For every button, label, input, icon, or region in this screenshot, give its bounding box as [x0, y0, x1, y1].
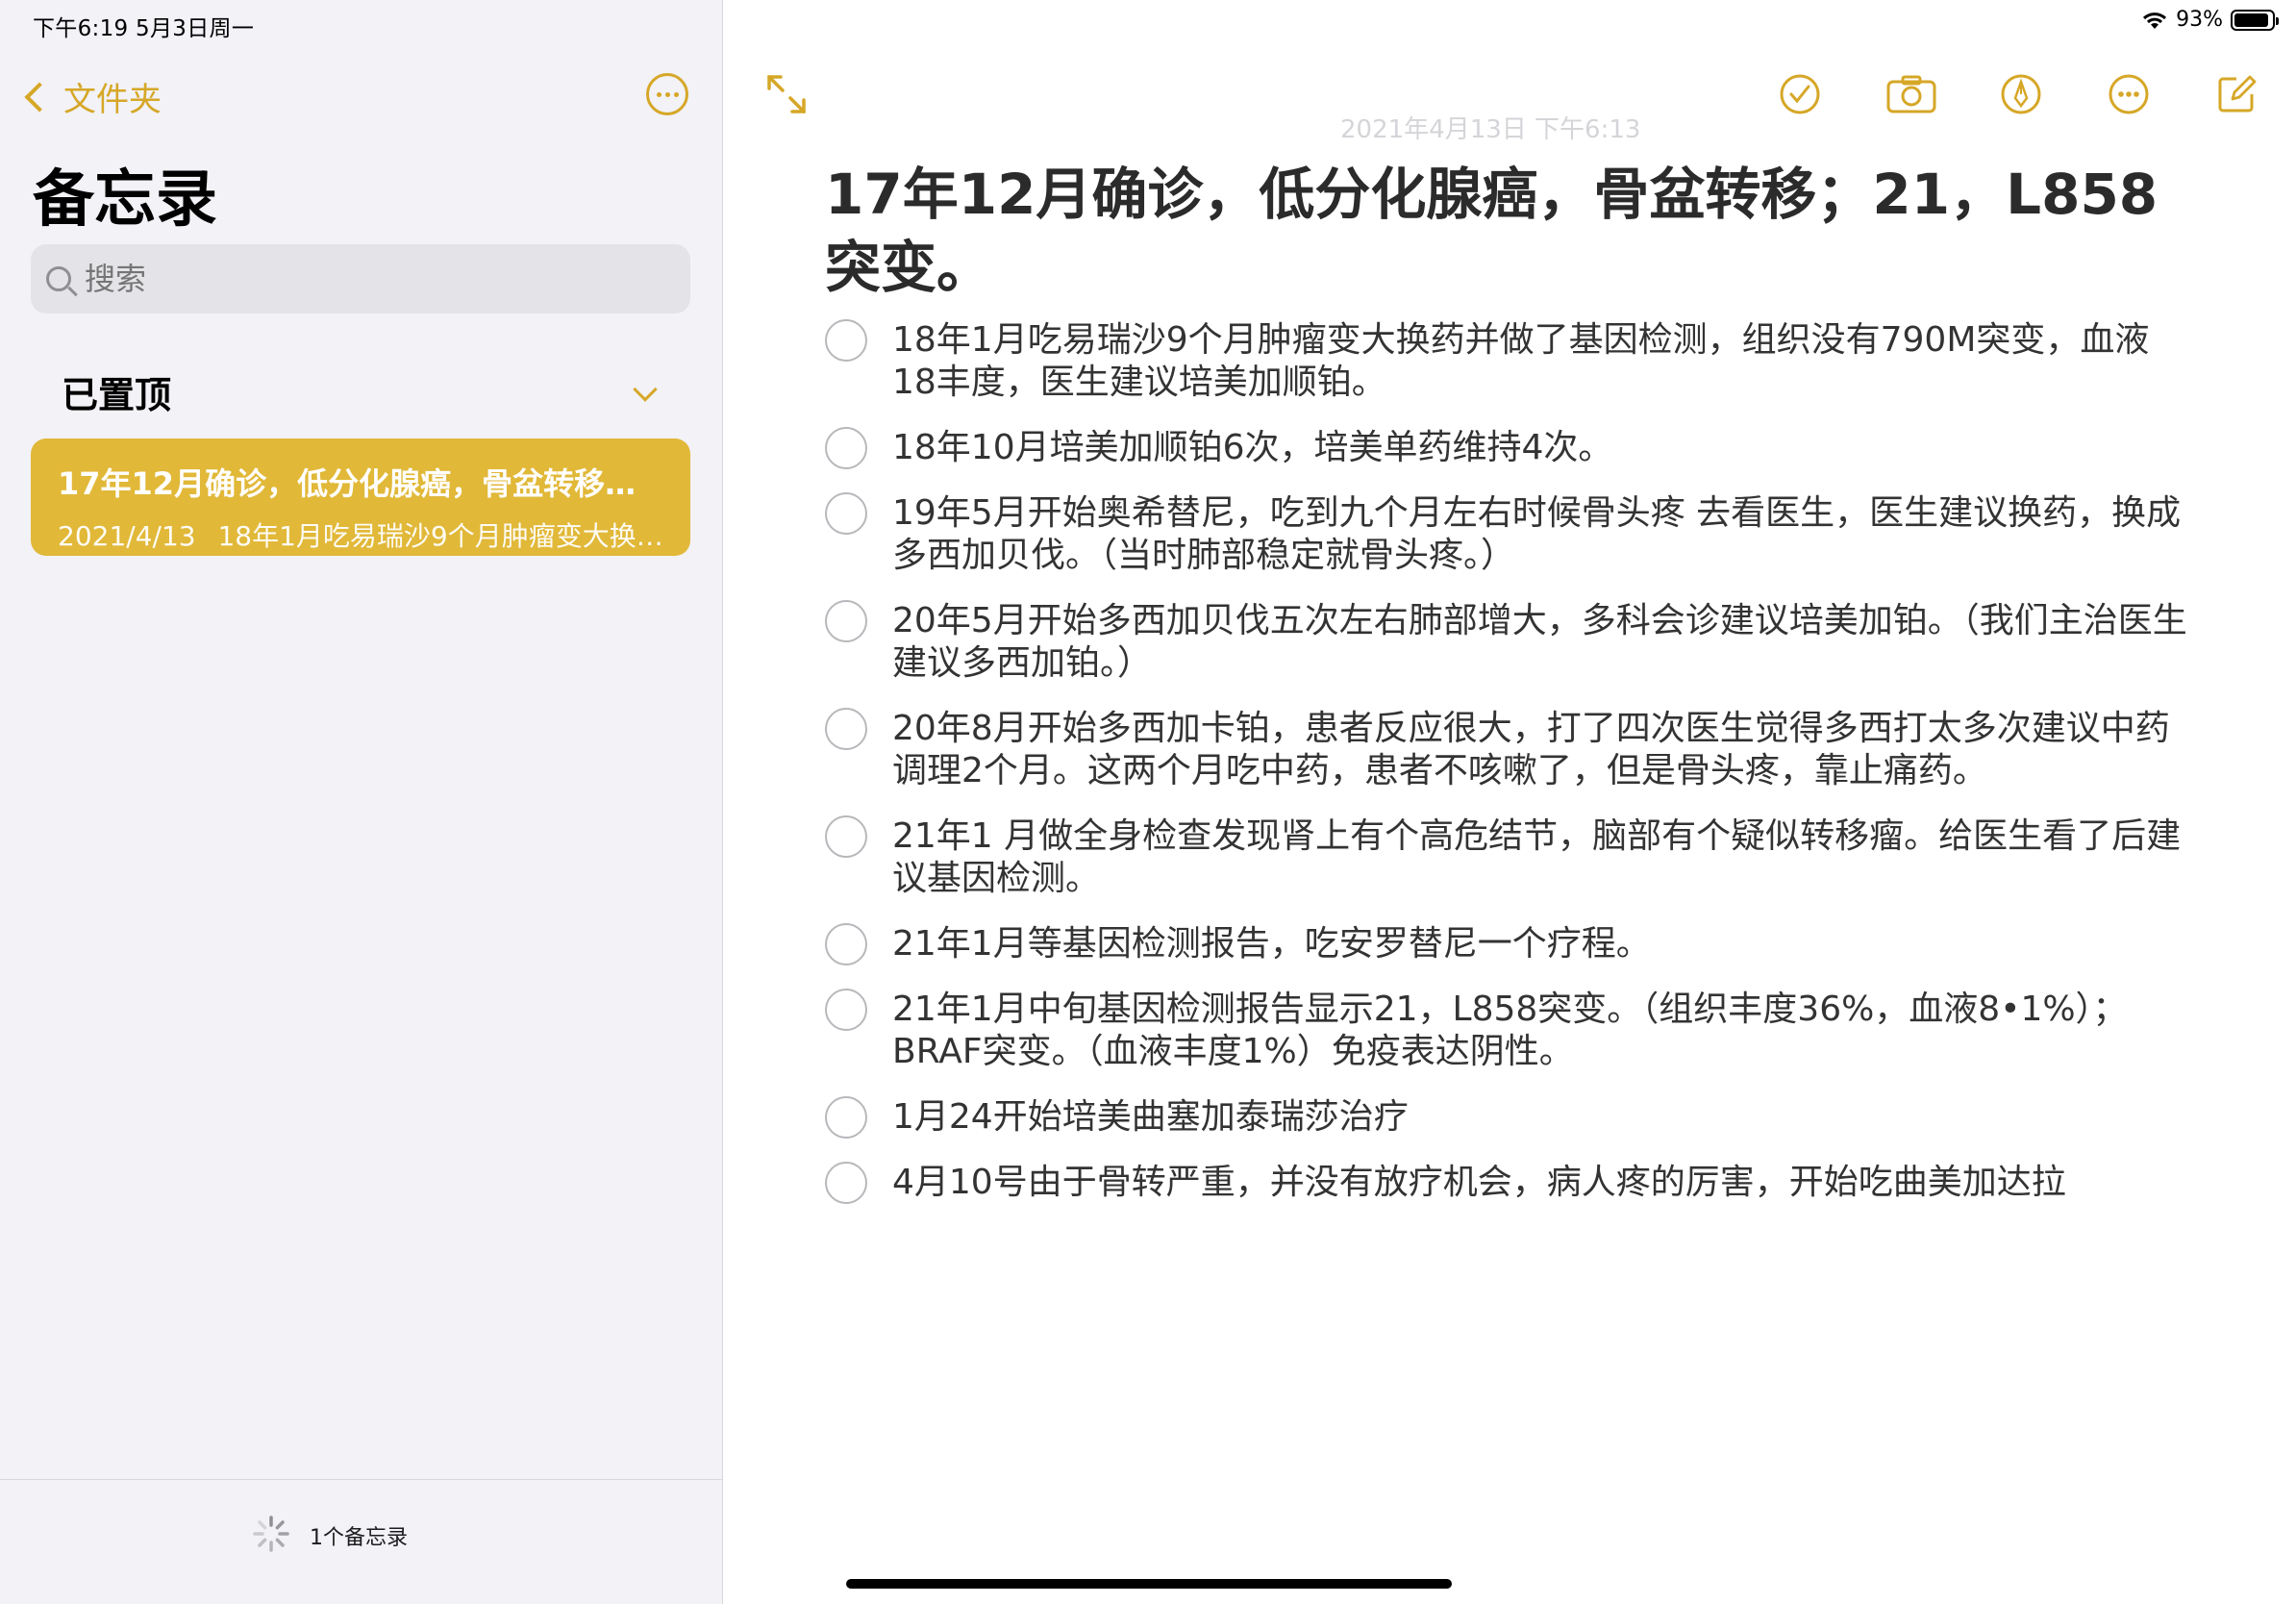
home-indicator[interactable] — [846, 1579, 1452, 1589]
checklist-item: 1月24开始培美曲塞加泰瑞莎治疗 — [825, 1096, 2190, 1139]
chevron-down-icon[interactable] — [633, 377, 658, 402]
sidebar-title: 备忘录 — [33, 164, 217, 236]
checkbox-circle[interactable] — [825, 989, 867, 1031]
checklist-item: 20年8月开始多西加卡铂，患者反应很大，打了四次医生觉得多西打太多次建议中药调理… — [825, 708, 2190, 792]
chevron-left-icon — [24, 81, 55, 113]
pinned-note-item[interactable]: 17年12月确诊，低分化腺癌，骨盆转移；21，L858突变。 2021/4/13… — [31, 439, 690, 556]
note-title[interactable]: 17年12月确诊，低分化腺癌，骨盆转移；21，L858突变。 — [825, 158, 2171, 304]
screen: 文件夹 备忘录 已置顶 17年12月确诊，低分化腺癌，骨盆转移；21，L858突… — [0, 0, 2296, 1604]
sidebar-footer: 1个备忘录 — [0, 1479, 723, 1604]
checklist-item: 18年1月吃易瑞沙9个月肿瘤变大换药并做了基因检测，组织没有790M突变，血液1… — [825, 319, 2190, 404]
checklist-icon[interactable] — [1779, 73, 1821, 115]
checkbox-circle[interactable] — [825, 923, 867, 965]
back-label: 文件夹 — [63, 81, 162, 119]
pinned-section-header: 已置顶 — [62, 374, 172, 416]
checkbox-circle[interactable] — [825, 1096, 867, 1139]
checklist-item-text[interactable]: 1月24开始培美曲塞加泰瑞莎治疗 — [892, 1096, 2190, 1139]
note-date-stamp: 2021年4月13日 下午6:13 — [1340, 115, 1641, 144]
markup-pen-icon[interactable] — [2000, 73, 2042, 115]
checklist-item-text[interactable]: 20年8月开始多西加卡铂，患者反应很大，打了四次医生觉得多西打太多次建议中药调理… — [892, 708, 2190, 792]
checkbox-circle[interactable] — [825, 492, 867, 535]
compose-icon[interactable] — [2215, 73, 2258, 115]
checkbox-circle[interactable] — [825, 1162, 867, 1204]
checklist-item: 19年5月开始奥希替尼，吃到九个月左右时候骨头疼 去看医生，医生建议换药，换成多… — [825, 492, 2190, 577]
search-input[interactable] — [85, 261, 661, 297]
note-item-date: 2021/4/13 — [58, 520, 196, 552]
battery-percent: 93% — [2176, 8, 2223, 32]
checklist-item: 20年5月开始多西加贝伐五次左右肺部增大，多科会诊建议培美加铂。（我们主治医生建… — [825, 600, 2190, 685]
note-count: 1个备忘录 — [310, 1526, 408, 1550]
checklist-item-text[interactable]: 21年1月等基因检测报告，吃安罗替尼一个疗程。 — [892, 923, 2190, 965]
sidebar: 文件夹 备忘录 已置顶 17年12月确诊，低分化腺癌，骨盆转移；21，L858突… — [0, 0, 723, 1604]
note-item-title: 17年12月确诊，低分化腺癌，骨盆转移；21，L858突变。 — [58, 465, 663, 502]
checkbox-circle[interactable] — [825, 427, 867, 469]
status-indicators: 93% — [2141, 8, 2279, 32]
wifi-icon — [2143, 12, 2167, 29]
checklist: 18年1月吃易瑞沙9个月肿瘤变大换药并做了基因检测，组织没有790M突变，血液1… — [825, 319, 2190, 1227]
checklist-item: 21年1月中旬基因检测报告显示21，L858突变。（组织丰度36%，血液8•1%… — [825, 989, 2190, 1073]
more-options-button[interactable] — [646, 73, 688, 115]
checklist-item-text[interactable]: 20年5月开始多西加贝伐五次左右肺部增大，多科会诊建议培美加铂。（我们主治医生建… — [892, 600, 2190, 685]
camera-icon[interactable] — [1886, 75, 1936, 113]
checklist-item-text[interactable]: 18年1月吃易瑞沙9个月肿瘤变大换药并做了基因检测，组织没有790M突变，血液1… — [892, 319, 2190, 404]
loading-spinner-icon — [253, 1516, 289, 1552]
checklist-item-text[interactable]: 21年1月中旬基因检测报告显示21，L858突变。（组织丰度36%，血液8•1%… — [892, 989, 2190, 1073]
search-icon — [46, 266, 71, 291]
checkbox-circle[interactable] — [825, 708, 867, 750]
checklist-item-text[interactable]: 4月10号由于骨转严重，并没有放疗机会，病人疼的厉害，开始吃曲美加达拉 — [892, 1162, 2190, 1204]
folders-back-button[interactable]: 文件夹 — [24, 73, 162, 120]
checklist-item: 21年1月等基因检测报告，吃安罗替尼一个疗程。 — [825, 923, 2190, 965]
checklist-item: 4月10号由于骨转严重，并没有放疗机会，病人疼的厉害，开始吃曲美加达拉 — [825, 1162, 2190, 1204]
ellipsis-icon — [656, 91, 661, 97]
note-item-preview: 18年1月吃易瑞沙9个月肿瘤变大换药并做了基因检测，组织没有790M突变 — [217, 520, 663, 552]
checklist-item-text[interactable]: 21年1 月做全身检查发现肾上有个高危结节，脑部有个疑似转移瘤。给医生看了后建议… — [892, 815, 2190, 900]
expand-icon[interactable] — [763, 71, 810, 117]
checklist-item: 21年1 月做全身检查发现肾上有个高危结节，脑部有个疑似转移瘤。给医生看了后建议… — [825, 815, 2190, 900]
checkbox-circle[interactable] — [825, 319, 867, 362]
ellipsis-dot — [664, 91, 670, 97]
checklist-item-text[interactable]: 19年5月开始奥希替尼，吃到九个月左右时候骨头疼 去看医生，医生建议换药，换成多… — [892, 492, 2190, 577]
note-more-icon[interactable] — [2108, 73, 2150, 115]
ellipsis-dot — [673, 91, 679, 97]
search-bar[interactable] — [31, 244, 690, 313]
note-item-subtitle: 2021/4/13 18年1月吃易瑞沙9个月肿瘤变大换药并做了基因检测，组织没有… — [58, 515, 663, 554]
checklist-item-text[interactable]: 18年10月培美加顺铂6次，培美单药维持4次。 — [892, 427, 2190, 469]
checkbox-circle[interactable] — [825, 600, 867, 642]
checklist-item: 18年10月培美加顺铂6次，培美单药维持4次。 — [825, 427, 2190, 469]
checkbox-circle[interactable] — [825, 815, 867, 858]
battery-fill — [2234, 13, 2269, 27]
status-time: 下午6:19 5月3日周一 — [33, 16, 255, 41]
battery-icon — [2231, 9, 2279, 31]
